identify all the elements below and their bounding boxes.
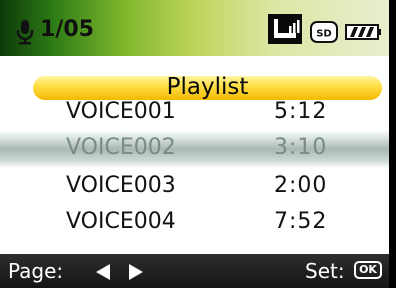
device-connection-icon	[268, 14, 302, 44]
playlist-item[interactable]: VOICE003 2:00	[0, 168, 389, 206]
file-duration: 7:52	[274, 209, 328, 234]
recording-counter: 1/05	[40, 17, 94, 42]
set-label: Set:	[305, 259, 345, 283]
page-label: Page:	[8, 259, 64, 283]
status-bar: 1/05 SD	[0, 0, 389, 56]
recorder-screen: 1/05 SD Playlist VOICE001 5:12 VOICE002 …	[0, 0, 389, 288]
sd-card-label: SD	[316, 29, 332, 40]
file-name: VOICE002	[66, 135, 176, 160]
microphone-icon	[16, 20, 34, 45]
file-name: VOICE003	[66, 173, 176, 198]
file-name: VOICE004	[66, 209, 176, 234]
playlist-item-selected[interactable]: VOICE002 3:10	[0, 130, 389, 168]
playlist-panel: Playlist VOICE001 5:12 VOICE002 3:10 VOI…	[0, 56, 389, 254]
file-name: VOICE001	[66, 99, 176, 124]
sd-card-icon: SD	[310, 21, 338, 43]
soft-key-bar: Page: Set: OK	[0, 254, 389, 288]
battery-icon	[345, 24, 381, 40]
next-triangle-icon[interactable]	[127, 263, 145, 281]
file-duration: 5:12	[274, 99, 328, 124]
previous-triangle-icon[interactable]	[94, 263, 112, 281]
file-duration: 2:00	[274, 173, 328, 198]
ok-button-icon[interactable]: OK	[354, 261, 382, 279]
playlist-item[interactable]: VOICE004 7:52	[0, 204, 389, 242]
file-duration: 3:10	[274, 135, 328, 160]
playlist-item[interactable]: VOICE001 5:12	[0, 94, 389, 132]
